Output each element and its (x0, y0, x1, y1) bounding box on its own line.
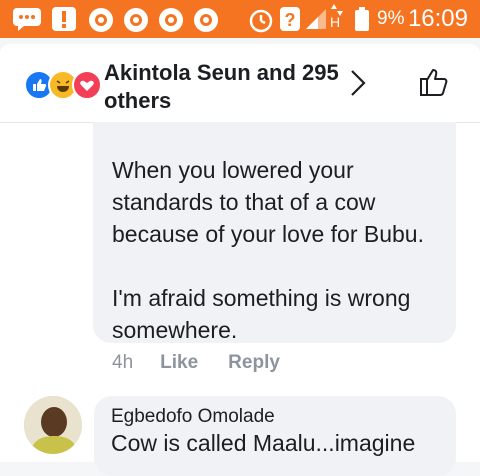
chevron-right-icon[interactable] (348, 68, 368, 98)
thumbs-up-icon[interactable] (418, 66, 450, 98)
status-bar: ? H 9% 16:09 (0, 0, 480, 38)
app-icon (194, 8, 218, 32)
comments-sheet: Akintola Seun and 295 others When you lo… (0, 44, 480, 476)
reaction-icons (24, 70, 102, 100)
data-icon (331, 4, 343, 16)
like-button[interactable]: Like (160, 352, 198, 374)
network-type: H (330, 14, 341, 30)
comment-time: 4h (112, 352, 134, 373)
alarm-icon (249, 9, 273, 33)
comment-actions: 4h Like Reply (112, 352, 280, 374)
clock: 16:09 (407, 5, 468, 32)
comment-text: When you lowered your standards to that … (112, 157, 424, 343)
signal-icon (306, 9, 326, 29)
reply-button[interactable]: Reply (228, 352, 280, 374)
app-icon (159, 8, 183, 32)
reactions-summary[interactable]: Akintola Seun and 295 others (104, 59, 344, 115)
comment-author[interactable]: Egbedofo Omolade (111, 406, 275, 428)
unknown-sim-icon: ? (280, 7, 300, 31)
comment-bubble[interactable]: When you lowered your standards to that … (93, 122, 456, 343)
svg-text:?: ? (285, 10, 296, 30)
avatar[interactable] (24, 396, 82, 454)
comment-text: Cow is called Maalu...imagine (111, 430, 416, 456)
messages-icon (13, 8, 41, 31)
battery-icon (355, 7, 369, 31)
love-reaction-icon (72, 70, 102, 100)
battery-percent: 9% (377, 8, 405, 29)
app-icon (124, 8, 148, 32)
app-icon (89, 8, 113, 32)
alert-icon (52, 7, 76, 31)
reactions-header[interactable]: Akintola Seun and 295 others (0, 44, 480, 123)
comment-bubble[interactable]: Egbedofo Omolade Cow is called Maalu...i… (94, 396, 456, 476)
